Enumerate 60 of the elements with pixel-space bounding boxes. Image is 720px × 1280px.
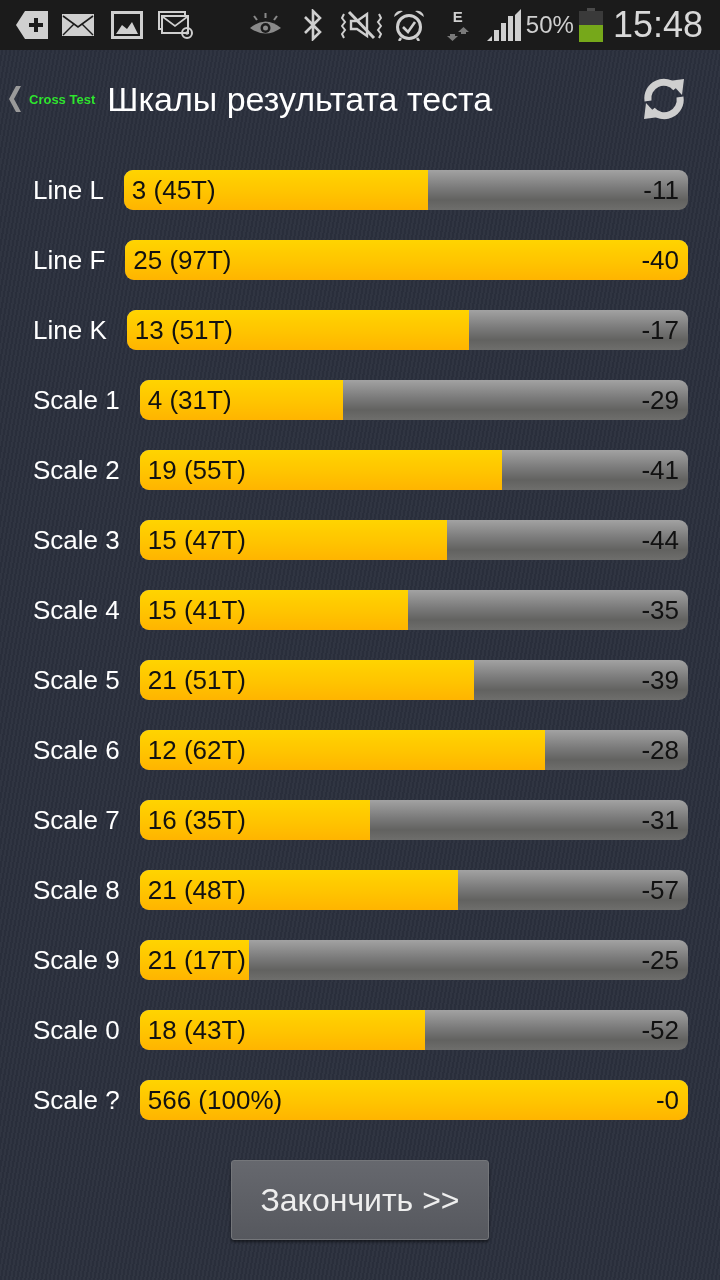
data-arrows-icon (446, 27, 469, 41)
scale-score: 25 (97T) (132, 244, 232, 276)
finish-button[interactable]: Закончить >> (231, 1160, 489, 1240)
scale-deviation: -25 (641, 944, 680, 976)
scale-score: 19 (55T) (146, 454, 246, 486)
scale-name: Scale 4 (33, 594, 120, 626)
scale-score: 16 (35T) (146, 804, 246, 836)
scale-name: Scale 9 (33, 944, 120, 976)
battery-icon (578, 8, 603, 42)
bluetooth-icon (302, 9, 323, 41)
screen-title: Шкалы результата теста (107, 79, 494, 119)
scale-name: Scale 1 (33, 384, 120, 416)
envelope-at-icon (158, 11, 193, 39)
scale-score: 4 (31T) (146, 384, 232, 416)
scale-deviation: -44 (641, 524, 680, 556)
alarm-clock-icon (392, 9, 425, 41)
scale-score: 21 (17T) (146, 944, 246, 976)
scale-deviation: -17 (641, 314, 680, 346)
scale-score: 3 (45T) (130, 174, 216, 206)
scale-score: 15 (47T) (146, 524, 246, 556)
picture-icon (111, 11, 143, 39)
scale-name: Scale 7 (33, 804, 120, 836)
scale-name: Scale 5 (33, 664, 120, 696)
scale-deviation: -29 (641, 384, 680, 416)
scale-deviation: -40 (641, 244, 680, 276)
clock-time: 15:48 (612, 5, 703, 45)
scale-name: Scale 6 (33, 734, 120, 766)
scale-name: Scale 0 (33, 1014, 120, 1046)
scale-deviation: -28 (641, 734, 680, 766)
scale-deviation: -31 (641, 804, 680, 836)
scale-deviation: -52 (641, 1014, 680, 1046)
scale-name: Line K (33, 314, 107, 346)
scale-score: 15 (41T) (146, 594, 246, 626)
signal-icon (486, 9, 521, 41)
scale-score: 21 (48T) (146, 874, 246, 906)
scale-deviation: -39 (641, 664, 680, 696)
scale-deviation: -0 (655, 1084, 680, 1116)
scale-name: Line L (33, 174, 104, 206)
scale-name: Line F (33, 244, 106, 276)
eye-icon (248, 13, 282, 37)
scale-score: 566 (100%) (146, 1084, 283, 1116)
back-chevron-icon[interactable] (9, 86, 21, 112)
plus-tag-icon (16, 11, 48, 39)
scale-name: Scale 2 (33, 454, 120, 486)
scale-score: 13 (51T) (133, 314, 233, 346)
scale-deviation: -41 (641, 454, 680, 486)
scale-score: 18 (43T) (146, 1014, 246, 1046)
scale-name: Scale 8 (33, 874, 120, 906)
scale-deviation: -57 (641, 874, 680, 906)
scale-deviation: -35 (641, 594, 680, 626)
scale-name: Scale 3 (33, 524, 120, 556)
scale-deviation: -11 (643, 174, 680, 206)
battery-percent: 50% (525, 10, 574, 40)
scale-name: Scale ? (33, 1084, 120, 1116)
scale-score: 21 (51T) (146, 664, 246, 696)
envelope-icon (62, 14, 94, 36)
scale-score: 12 (62T) (146, 734, 246, 766)
network-type: E (452, 9, 463, 25)
muted-vibrate-icon (340, 10, 382, 40)
app-name: Cross Test (29, 91, 96, 107)
